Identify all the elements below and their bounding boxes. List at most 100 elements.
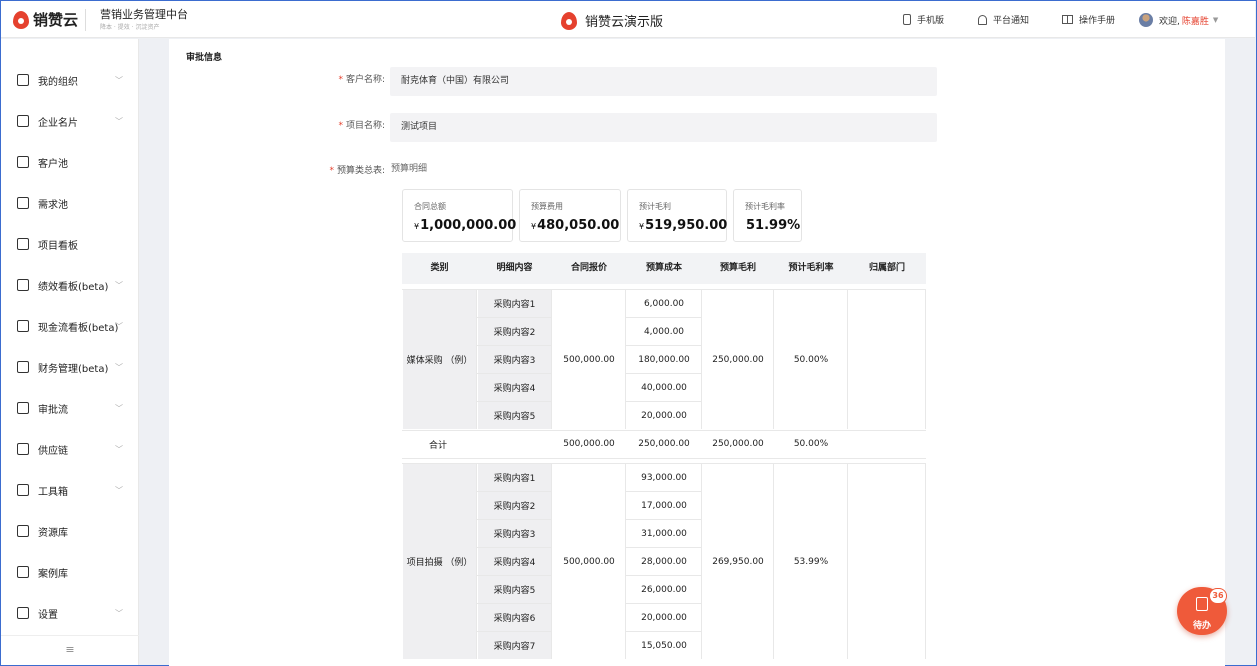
sidebar-item-9[interactable]: 供应链 ﹀ [1, 434, 139, 464]
detail-item-cell: 采购内容5 [478, 402, 551, 429]
column-divider [701, 290, 702, 429]
kpi-budget-cost: 预算费用 ¥480,050.00 [519, 189, 621, 242]
yen-icon [17, 320, 29, 332]
wallet-icon [17, 361, 29, 373]
sidebar-item-label: 客户池 [38, 158, 68, 170]
kpi-est-margin: 预计毛利率 51.99% [733, 189, 802, 242]
subtotal-label-cell: 合计 [429, 440, 448, 451]
subtotal-line [402, 430, 926, 431]
section-title: 审批信息 [186, 53, 223, 63]
sidebar-item-8[interactable]: 审批流 ﹀ [1, 393, 139, 423]
sidebar-item-10[interactable]: 工具箱 ﹀ [1, 475, 139, 505]
sidebar-item-11[interactable]: 资源库 [1, 516, 139, 546]
chevron-down-icon: ﹀ [115, 444, 123, 454]
sidebar-item-label: 绩效看板(beta) [38, 281, 109, 293]
cost-cell: 20,000.00 [641, 612, 687, 623]
sidebar-item-2[interactable]: 客户池 [1, 147, 139, 177]
top-bar: 销赞云 营销业务管理中台 降本 · 提效 · 沉淀资产 销赞云演示版 手机版 平… [1, 1, 1255, 38]
row-divider [477, 575, 552, 576]
row-divider [626, 575, 702, 576]
sidebar-item-3[interactable]: 需求池 [1, 188, 139, 218]
column-divider [476, 464, 477, 659]
customer-field[interactable]: 耐克体育（中国）有限公司 [390, 67, 937, 96]
user-menu[interactable]: 欢迎, 陈嘉胜 ▼ [1139, 13, 1218, 27]
subtotal-quote-cell: 500,000.00 [563, 439, 615, 449]
department-cell [849, 290, 925, 429]
sidebar-item-7[interactable]: 财务管理(beta) ﹀ [1, 352, 139, 382]
column-header: 预计毛利率 [788, 263, 834, 273]
cost-cell: 4,000.00 [643, 326, 685, 337]
sidebar-item-label: 案例库 [38, 568, 68, 580]
sidebar-item-label: 我的组织 [38, 76, 78, 88]
book-icon [1062, 15, 1073, 24]
row-divider [477, 547, 552, 548]
row-divider [477, 631, 552, 632]
chevron-down-icon: ﹀ [115, 280, 123, 290]
column-header: 预算成本 [645, 263, 682, 273]
column-divider [551, 464, 552, 659]
column-divider [773, 290, 774, 429]
column-divider [925, 464, 926, 659]
sidebar-collapse-button[interactable]: ≡ [1, 635, 139, 665]
brand-title: 营销业务管理中台 [100, 8, 188, 21]
building-icon [17, 115, 29, 127]
row-divider [477, 345, 552, 346]
detail-item-cell: 采购内容5 [478, 576, 551, 603]
row-divider [477, 401, 552, 402]
budget-label: * 预算类总表: [329, 166, 385, 176]
nav-notifications[interactable]: 平台通知 [978, 13, 1029, 26]
stamp-icon [17, 402, 29, 414]
sidebar-item-4[interactable]: 项目看板 [1, 229, 139, 259]
sidebar-item-5[interactable]: 绩效看板(beta) ﹀ [1, 270, 139, 300]
detail-item-cell: 采购内容6 [478, 604, 551, 631]
welcome-text: 欢迎, [1159, 16, 1180, 27]
logo-text: 销赞云 [33, 11, 79, 29]
nav-manual[interactable]: 操作手册 [1062, 13, 1115, 26]
subtotal-line [402, 458, 926, 459]
network-icon [17, 443, 29, 455]
toolbox-icon [17, 484, 29, 496]
subtotal-cost-cell: 250,000.00 [638, 439, 690, 449]
sidebar-item-label: 工具箱 [38, 486, 68, 498]
row-divider [626, 631, 702, 632]
row-divider [626, 373, 702, 374]
chevron-down-icon: ﹀ [115, 608, 123, 618]
cost-cell: 40,000.00 [641, 382, 687, 393]
detail-item-cell: 采购内容2 [478, 318, 551, 345]
chevron-down-icon: ﹀ [115, 485, 123, 495]
category-cell: 媒体采购 （例） [403, 290, 476, 429]
sidebar-item-0[interactable]: 我的组织 ﹀ [1, 65, 139, 95]
quote-cell: 500,000.00 [563, 354, 615, 365]
chevron-down-icon: ﹀ [115, 116, 123, 126]
todo-float-button[interactable]: 待办 36 [1177, 587, 1227, 635]
table-header: 类别 明细内容 合同报价 预算成本 预算毛利 预计毛利率 归属部门 [402, 253, 926, 284]
sidebar-item-label: 设置 [38, 609, 58, 621]
rate-cell: 50.00% [793, 354, 829, 365]
detail-item-cell: 采购内容3 [478, 520, 551, 547]
budget-detail-link[interactable]: 预算明细 [391, 161, 427, 174]
group-top-line [402, 463, 926, 464]
org-icon [17, 74, 29, 86]
group-top-line [402, 289, 926, 290]
project-field[interactable]: 测试项目 [390, 113, 937, 142]
cost-cell: 180,000.00 [638, 354, 690, 365]
nav-mobile[interactable]: 手机版 [903, 13, 944, 26]
column-divider [847, 464, 848, 659]
presentation-icon [17, 566, 29, 578]
detail-item-cell: 采购内容4 [478, 548, 551, 575]
cost-cell: 26,000.00 [641, 584, 687, 595]
center-title: 销赞云演示版 [561, 11, 663, 30]
sidebar-item-label: 现金流看板(beta) [38, 322, 119, 334]
sidebar-item-13[interactable]: 设置 ﹀ [1, 598, 139, 628]
user-icon [17, 156, 29, 168]
detail-item-cell: 采购内容4 [478, 374, 551, 401]
app-logo[interactable]: 销赞云 [13, 9, 78, 30]
folder-icon [17, 525, 29, 537]
sidebar-item-6[interactable]: 现金流看板(beta) ﹀ [1, 311, 139, 341]
sidebar-item-12[interactable]: 案例库 [1, 557, 139, 587]
detail-item-cell: 采购内容1 [478, 464, 551, 491]
sidebar-item-1[interactable]: 企业名片 ﹀ [1, 106, 139, 136]
column-divider [701, 464, 702, 659]
cost-cell: 31,000.00 [641, 528, 687, 539]
row-divider [626, 345, 702, 346]
